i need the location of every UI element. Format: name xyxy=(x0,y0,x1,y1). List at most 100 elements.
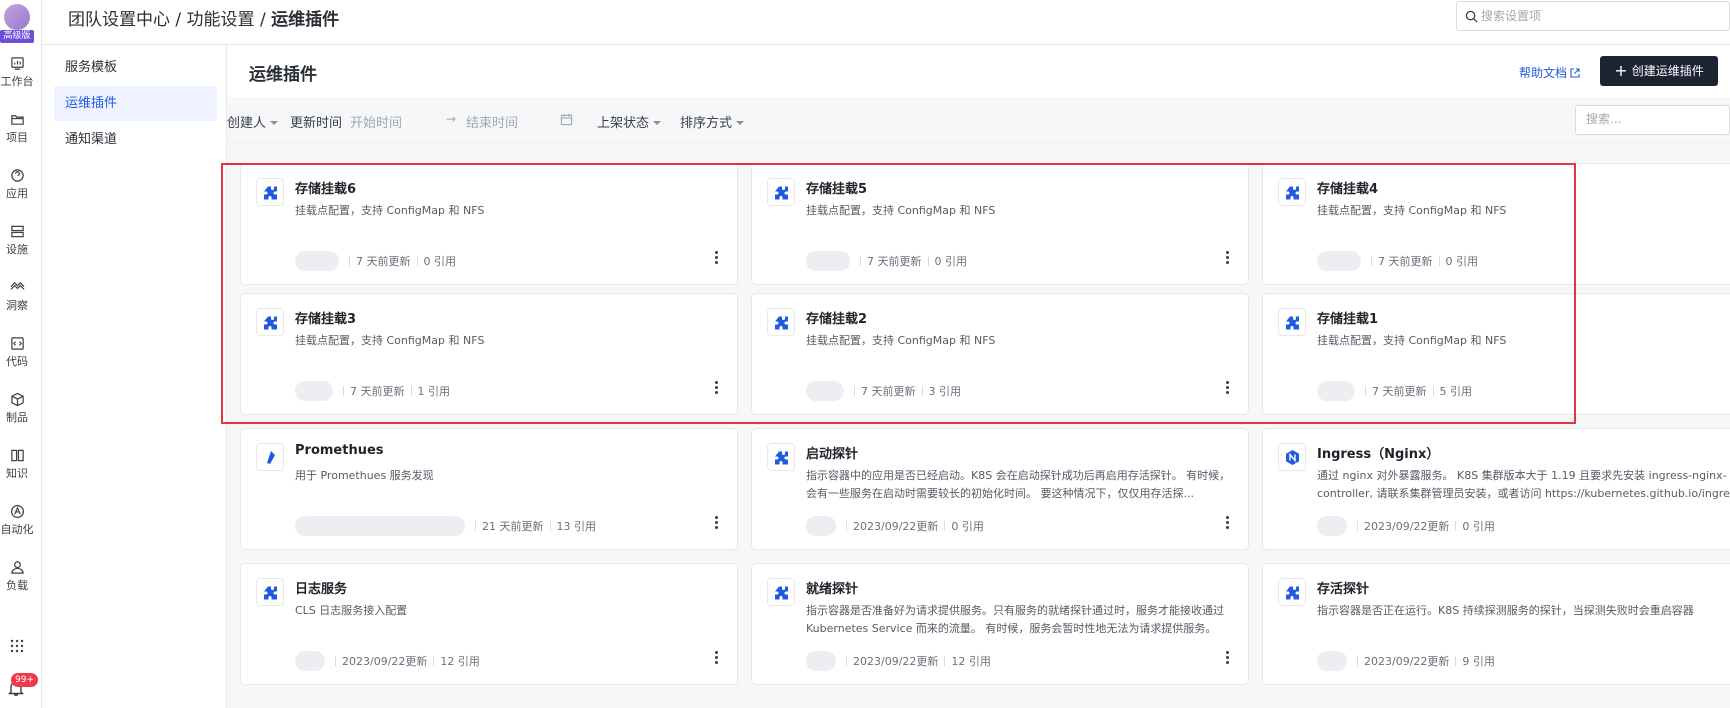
meta-divider xyxy=(1455,521,1457,531)
prometheus-icon xyxy=(267,451,275,464)
sidebar-item-ops-plugin[interactable]: 运维插件 xyxy=(54,86,217,121)
creator-filter[interactable]: 创建人 xyxy=(227,112,279,131)
plugin-card[interactable]: 启动探针 指示容器中的应用是否已经启动。K8S 会在启动探针成功后再启用存活探针。… xyxy=(751,428,1249,550)
creator-avatar-blurred xyxy=(295,516,465,536)
plugin-icon-frame xyxy=(767,443,795,471)
plugin-meta: 7 天前更新 1 引用 xyxy=(295,381,450,401)
rail-item-project[interactable]: 项目 xyxy=(0,112,34,145)
rail-item-insight[interactable]: 洞察 xyxy=(0,280,34,313)
settings-search-input[interactable] xyxy=(1481,7,1721,25)
sort-filter-label: 排序方式 xyxy=(680,116,733,131)
plugin-search-input[interactable] xyxy=(1586,112,1726,126)
plugin-icon-frame xyxy=(767,308,795,336)
plugin-title[interactable]: 日志服务 xyxy=(295,578,347,597)
rail-item-artifact[interactable]: 制品 xyxy=(0,392,34,425)
rail-item-load[interactable]: 负载 xyxy=(0,560,34,593)
rail-item-infra[interactable]: 设施 xyxy=(0,224,34,257)
external-link-icon xyxy=(1570,68,1580,78)
chevron-down-icon xyxy=(653,121,662,125)
plugin-card[interactable]: Ingress（Nginx） 通过 nginx 对外暴露服务。 K8S 集群版本大… xyxy=(1262,428,1730,550)
sidebar-item-notify-channel[interactable]: 通知渠道 xyxy=(54,122,217,157)
automation-icon xyxy=(10,504,24,519)
plugin-card[interactable]: 存活探针 指示容器是否正在运行。K8S 持续探测服务的探针，当探测失败时会重启容器… xyxy=(1262,563,1730,685)
more-vertical-icon[interactable] xyxy=(1222,515,1232,531)
plugin-card[interactable]: 存储挂载3 挂载点配置，支持 ConfigMap 和 NFS 7 天前更新 1 引用 xyxy=(240,293,738,415)
sidebar-item-service-template[interactable]: 服务模板 xyxy=(54,50,217,85)
rail-item-app[interactable]: 应用 xyxy=(0,168,34,201)
more-vertical-icon[interactable] xyxy=(711,250,721,266)
plugin-card[interactable]: 存储挂载6 挂载点配置，支持 ConfigMap 和 NFS 7 天前更新 0 引用 xyxy=(240,163,738,285)
avatar[interactable] xyxy=(4,4,30,30)
updated-time-filter[interactable]: 更新时间 开始时间 xyxy=(290,112,402,131)
meta-divider xyxy=(1365,386,1366,396)
plugin-updated: 21 天前更新 xyxy=(482,520,544,533)
plugin-title[interactable]: 存储挂载2 xyxy=(806,308,867,327)
create-plugin-button[interactable]: + 创建运维插件 xyxy=(1600,56,1718,86)
plugin-title[interactable]: 启动探针 xyxy=(806,443,858,462)
breadcrumb-feature-settings[interactable]: 功能设置 xyxy=(187,10,255,30)
plugin-card[interactable]: 存储挂载2 挂载点配置，支持 ConfigMap 和 NFS 7 天前更新 3 引用 xyxy=(751,293,1249,415)
plugin-description: 挂载点配置，支持 ConfigMap 和 NFS xyxy=(806,334,996,347)
more-apps-icon[interactable] xyxy=(9,638,25,654)
search-icon xyxy=(1465,10,1478,23)
meta-divider xyxy=(860,256,861,266)
plugin-updated: 2023/09/22更新 xyxy=(1364,520,1450,533)
plugin-description: 指示容器是否准备好为请求提供服务。只有服务的就绪探针通过时，服务才能接收通过 K… xyxy=(806,604,1224,635)
more-vertical-icon[interactable] xyxy=(711,515,721,531)
plugin-card[interactable]: 就绪探针指示容器是否准备好为请求提供服务。只有服务的就绪探针通过时，服务才能接收… xyxy=(751,563,1249,685)
plugin-title[interactable]: Promethues xyxy=(295,443,384,458)
plugin-description: CLS 日志服务接入配置 xyxy=(295,604,408,617)
help-docs-link[interactable]: 帮助文档 xyxy=(1519,64,1580,81)
plugin-updated: 2023/09/22更新 xyxy=(853,520,939,533)
rail-item-knowledge[interactable]: 知识 xyxy=(0,448,34,481)
plugin-card[interactable]: 日志服务 CLS 日志服务接入配置 2023/09/22更新 12 引用 xyxy=(240,563,738,685)
end-time-input[interactable]: 结束时间 xyxy=(458,112,518,131)
meta-divider xyxy=(1357,656,1358,666)
plugin-card[interactable]: 存储挂载4 挂载点配置，支持 ConfigMap 和 NFS 7 天前更新 0 引用 xyxy=(1262,163,1730,285)
more-vertical-icon[interactable] xyxy=(1222,250,1232,266)
rail-label: 工作台 xyxy=(0,75,34,88)
rail-item-code[interactable]: 代码 xyxy=(0,336,34,369)
plugin-search[interactable] xyxy=(1575,105,1730,135)
meta-divider xyxy=(343,386,344,396)
plugin-title[interactable]: 存储挂载3 xyxy=(295,308,356,327)
puzzle-icon xyxy=(1286,186,1299,200)
app-icon xyxy=(10,169,24,182)
creator-avatar-blurred xyxy=(295,381,333,401)
settings-search[interactable] xyxy=(1456,1,1730,31)
more-vertical-icon[interactable] xyxy=(711,650,721,666)
creator-avatar-blurred xyxy=(1317,516,1347,536)
rail-label: 负载 xyxy=(6,579,28,592)
plugin-card[interactable]: Promethues 用于 Promethues 服务发现 21 天前更新 13 引用 xyxy=(240,428,738,550)
plugin-title[interactable]: 存活探针 xyxy=(1317,578,1369,597)
more-vertical-icon[interactable] xyxy=(1222,650,1232,666)
more-vertical-icon[interactable] xyxy=(711,380,721,396)
rail-item-automation[interactable]: 自动化 xyxy=(0,504,34,537)
plugin-title[interactable]: 存储挂载6 xyxy=(295,178,356,197)
calendar-icon[interactable] xyxy=(560,113,573,126)
sort-filter[interactable]: 排序方式 xyxy=(680,112,745,131)
start-time-input[interactable]: 开始时间 xyxy=(350,116,402,131)
meta-divider xyxy=(475,521,476,531)
plugin-card[interactable]: 存储挂载1 挂载点配置，支持 ConfigMap 和 NFS 7 天前更新 5 引用 xyxy=(1262,293,1730,415)
plugin-title[interactable]: Ingress（Nginx） xyxy=(1317,443,1439,462)
plugin-refs: 9 引用 xyxy=(1462,655,1495,668)
plugin-description: 挂载点配置，支持 ConfigMap 和 NFS xyxy=(1317,334,1507,347)
plugin-meta: 2023/09/22更新 0 引用 xyxy=(1317,516,1495,536)
plugin-icon-frame xyxy=(1278,578,1306,606)
rail-label: 应用 xyxy=(6,187,28,200)
plugin-title[interactable]: 就绪探针 xyxy=(806,578,858,597)
meta-divider xyxy=(1455,656,1457,666)
folder-icon xyxy=(10,115,24,125)
rail-item-workbench[interactable]: 工作台 xyxy=(0,56,34,89)
settings-sidebar: 服务模板 运维插件 通知渠道 xyxy=(42,45,227,708)
plugin-title[interactable]: 存储挂载1 xyxy=(1317,308,1378,327)
status-filter[interactable]: 上架状态 xyxy=(597,112,662,131)
plugin-title[interactable]: 存储挂载4 xyxy=(1317,178,1378,197)
plugin-card[interactable]: 存储挂载5 挂载点配置，支持 ConfigMap 和 NFS 7 天前更新 0 引用 xyxy=(751,163,1249,285)
meta-divider xyxy=(1438,256,1440,266)
plugin-title[interactable]: 存储挂载5 xyxy=(806,178,867,197)
breadcrumb-team-settings[interactable]: 团队设置中心 xyxy=(68,10,170,30)
plugin-refs: 5 引用 xyxy=(1439,385,1473,398)
more-vertical-icon[interactable] xyxy=(1222,380,1232,396)
